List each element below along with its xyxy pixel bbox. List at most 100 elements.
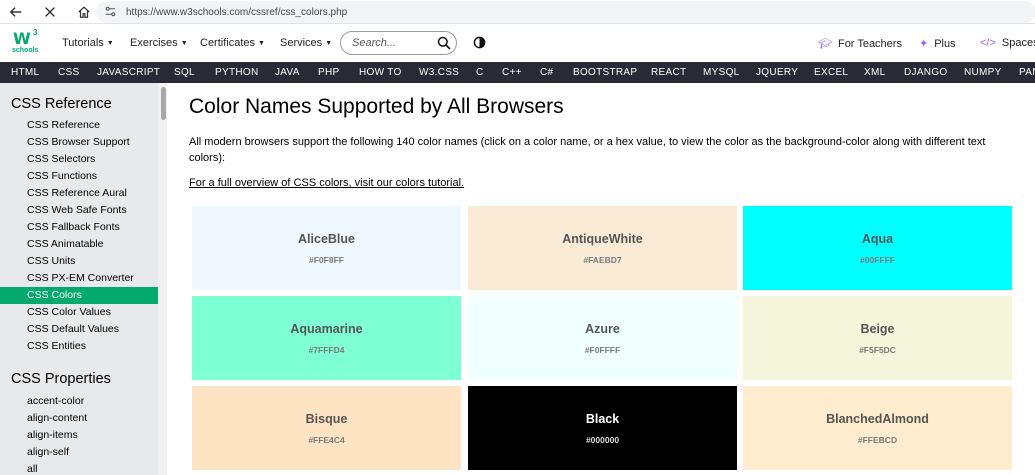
subject-link[interactable]: NUMPY [964, 67, 1002, 78]
color-name[interactable]: AliceBlue [298, 232, 355, 246]
sidebar-item[interactable]: align-self [0, 444, 158, 461]
sidebar-item-active[interactable]: CSS Colors [0, 287, 158, 304]
color-name[interactable]: BlanchedAlmond [826, 412, 929, 426]
sidebar-heading-properties: CSS Properties [11, 371, 111, 387]
color-hex[interactable]: #FFEBCD [858, 435, 897, 445]
sidebar-item[interactable]: CSS Web Safe Fonts [0, 202, 158, 219]
subject-link[interactable]: REACT [651, 67, 686, 78]
color-hex[interactable]: #00FFFF [860, 255, 895, 265]
color-swatch[interactable]: Aquamarine #7FFFD4 [192, 296, 461, 380]
color-swatch[interactable]: Azure #F0FFFF [468, 296, 737, 380]
search-icon[interactable] [437, 36, 451, 50]
color-swatch[interactable]: Aqua #00FFFF [743, 206, 1012, 290]
sidebar-item[interactable]: CSS Units [0, 253, 158, 270]
subject-link[interactable]: SQL [174, 67, 195, 78]
sidebar-scrollbar-thumb[interactable] [161, 87, 166, 120]
color-name[interactable]: Aqua [862, 232, 893, 246]
color-name[interactable]: Black [586, 412, 619, 426]
subject-link[interactable]: C++ [502, 67, 522, 78]
sidebar-scrollbar[interactable] [158, 83, 167, 475]
sidebar-item[interactable]: CSS Default Values [0, 321, 158, 338]
subject-link[interactable]: DJANGO [904, 67, 947, 78]
spaces-label: Spaces [1001, 37, 1035, 49]
subject-link[interactable]: JAVA [275, 67, 300, 78]
for-teachers-link[interactable]: 🎓︎ For Teachers [818, 37, 902, 51]
nav-services[interactable]: Services ▼ [280, 37, 332, 49]
sidebar-item[interactable]: accent-color [0, 393, 158, 410]
close-icon[interactable] [39, 1, 61, 23]
subject-link[interactable]: PHP [318, 67, 339, 78]
subject-link[interactable]: HTML [11, 67, 39, 78]
sidebar-item[interactable]: CSS Entities [0, 338, 158, 355]
sidebar-item[interactable]: all [0, 461, 158, 475]
subject-link[interactable]: C# [540, 67, 553, 78]
color-name[interactable]: Aquamarine [290, 322, 362, 336]
color-hex[interactable]: #F0FFFF [585, 345, 620, 355]
sidebar: CSS Reference CSS Reference CSS Browser … [0, 83, 158, 475]
color-swatch[interactable]: Bisque #FFE4C4 [192, 386, 461, 470]
subject-link[interactable]: JAVASCRIPT [97, 67, 160, 78]
colors-tutorial-link[interactable]: For a full overview of CSS colors, visit… [189, 177, 464, 189]
color-swatch[interactable]: Beige #F5F5DC [743, 296, 1012, 380]
color-hex[interactable]: #FFE4C4 [308, 435, 344, 445]
color-hex[interactable]: #7FFFD4 [309, 345, 345, 355]
nav-certificates[interactable]: Certificates ▼ [200, 37, 265, 49]
color-hex[interactable]: #F5F5DC [859, 345, 896, 355]
address-bar[interactable]: https://www.w3schools.com/cssref/css_col… [96, 1, 1035, 23]
sidebar-item[interactable]: CSS PX-EM Converter [0, 270, 158, 287]
color-swatch[interactable]: AntiqueWhite #FAEBD7 [468, 206, 737, 290]
home-icon[interactable] [73, 1, 95, 23]
sidebar-item[interactable]: CSS Selectors [0, 151, 158, 168]
color-name[interactable]: AntiqueWhite [562, 232, 643, 246]
search-box[interactable] [340, 31, 457, 55]
plus-link[interactable]: ✦ Plus [919, 37, 956, 51]
subject-link[interactable]: PYTHON [215, 67, 258, 78]
subject-link[interactable]: JQUERY [756, 67, 798, 78]
nav-tutorials[interactable]: Tutorials ▼ [62, 37, 114, 49]
nav-exercises[interactable]: Exercises ▼ [130, 37, 188, 49]
sparkle-icon: ✦ [919, 38, 929, 50]
sidebar-item[interactable]: align-items [0, 427, 158, 444]
contrast-icon[interactable] [473, 36, 486, 49]
color-hex[interactable]: #F0F8FF [309, 255, 344, 265]
browser-toolbar: https://www.w3schools.com/cssref/css_col… [0, 0, 1035, 24]
color-swatch[interactable]: BlanchedAlmond #FFEBCD [743, 386, 1012, 470]
subject-link[interactable]: BOOTSTRAP [573, 67, 637, 78]
sidebar-heading-reference: CSS Reference [11, 96, 112, 112]
color-swatch[interactable]: AliceBlue #F0F8FF [192, 206, 461, 290]
sidebar-item[interactable]: CSS Reference Aural [0, 185, 158, 202]
sidebar-item[interactable]: CSS Fallback Fonts [0, 219, 158, 236]
subject-link[interactable]: XML [864, 67, 885, 78]
caret-down-icon: ▼ [325, 39, 333, 47]
subject-link[interactable]: C [476, 67, 484, 78]
color-hex[interactable]: #FAEBD7 [583, 255, 621, 265]
sidebar-item[interactable]: CSS Animatable [0, 236, 158, 253]
color-name[interactable]: Bisque [306, 412, 348, 426]
color-name[interactable]: Beige [860, 322, 894, 336]
color-name[interactable]: Azure [585, 322, 620, 336]
w3schools-logo[interactable]: W 3 schools [10, 28, 40, 58]
subject-link[interactable]: HOW TO [359, 67, 402, 78]
sidebar-item[interactable]: align-content [0, 410, 158, 427]
subject-link[interactable]: W3.CSS [419, 67, 459, 78]
logo-mark: W [13, 29, 31, 48]
nav-tutorials-label: Tutorials [62, 37, 104, 49]
subject-link[interactable]: MYSQL [703, 67, 740, 78]
search-input[interactable] [352, 37, 432, 49]
sidebar-item[interactable]: CSS Reference [0, 117, 158, 134]
back-icon[interactable] [5, 1, 27, 23]
color-hex[interactable]: #000000 [586, 435, 619, 445]
subject-link[interactable]: PAN [1019, 67, 1035, 78]
sidebar-item[interactable]: CSS Color Values [0, 304, 158, 321]
subject-link[interactable]: CSS [58, 67, 79, 78]
main-content: Color Names Supported by All Browsers Al… [167, 83, 1035, 475]
intro-text: All modern browsers support the followin… [189, 136, 986, 164]
site-info-icon[interactable] [104, 5, 118, 19]
spaces-link[interactable]: </> Spaces [980, 37, 1035, 49]
caret-down-icon: ▼ [106, 39, 114, 47]
color-swatch[interactable]: Black #000000 [468, 386, 737, 470]
logo-text: schools [12, 47, 39, 54]
sidebar-item[interactable]: CSS Browser Support [0, 134, 158, 151]
sidebar-item[interactable]: CSS Functions [0, 168, 158, 185]
subject-link[interactable]: EXCEL [814, 67, 848, 78]
